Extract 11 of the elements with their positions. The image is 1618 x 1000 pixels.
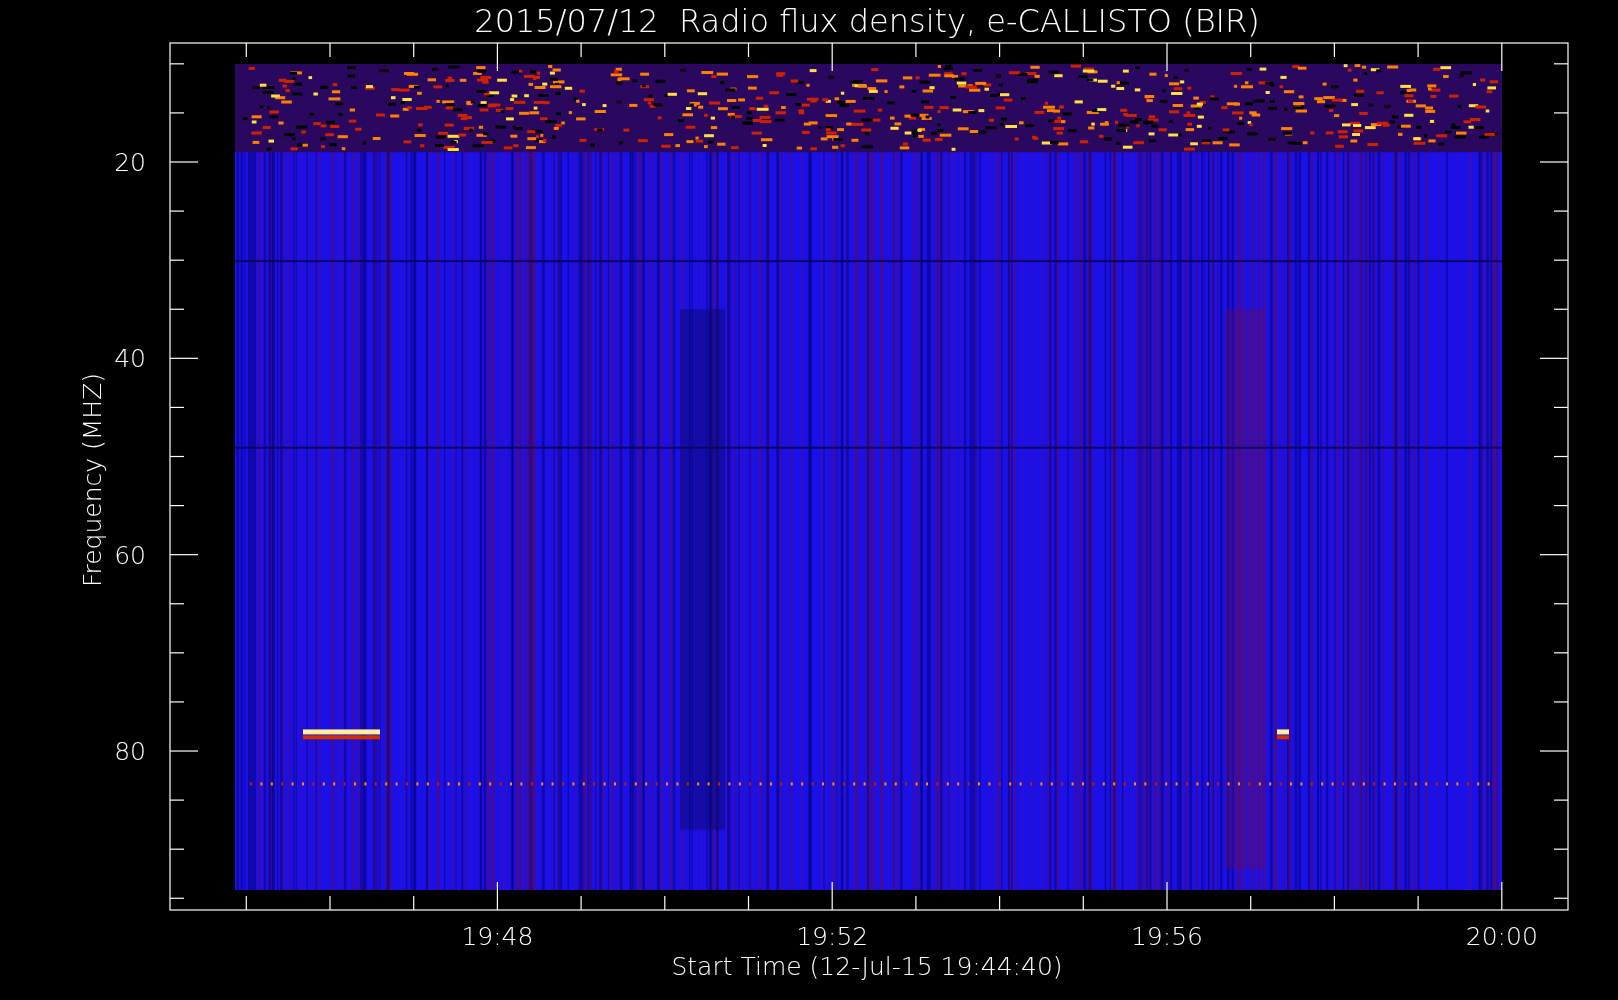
chart-title: 2015/07/12 Radio flux density, e-CALLISTO (BIR) (474, 2, 1260, 40)
x-tick-label: 19:48 (461, 922, 534, 951)
y-tick-label: 80 (114, 737, 146, 766)
x-tick-label: 20:00 (1465, 922, 1538, 951)
y-tick-label: 40 (114, 344, 146, 374)
y-tick-label: 20 (114, 148, 146, 177)
x-tick-label: 19:52 (796, 922, 869, 951)
y-axis-label: Frequency (MHZ) (78, 372, 107, 588)
y-tick-label: 60 (114, 540, 146, 570)
x-axis-label: Start Time (12-Jul-15 19:44:40) (671, 952, 1063, 981)
x-tick-label: 19:56 (1131, 922, 1203, 951)
